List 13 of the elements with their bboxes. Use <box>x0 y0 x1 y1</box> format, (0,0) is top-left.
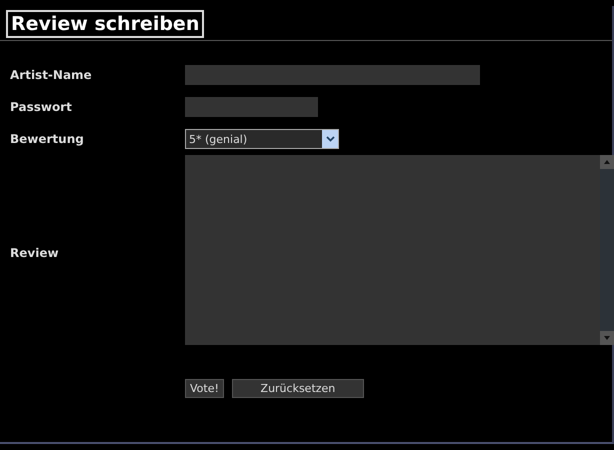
chevron-down-icon <box>326 136 334 142</box>
field-label: Bewertung <box>10 132 85 146</box>
field-label: Passwort <box>10 100 73 114</box>
page-title: Review schreiben <box>6 10 204 38</box>
password-field[interactable] <box>185 97 318 117</box>
scroll-up-icon[interactable] <box>604 160 610 164</box>
field-label: Artist-Name <box>10 68 93 82</box>
field-label: Review <box>10 246 60 260</box>
rating-dropdown[interactable]: 5* (genial) <box>185 129 339 149</box>
vote-button[interactable]: Vote! <box>185 379 224 398</box>
artist-name-field[interactable] <box>185 65 480 85</box>
reset-button[interactable]: Zurücksetzen <box>232 379 364 398</box>
scroll-down-icon[interactable] <box>604 336 610 340</box>
